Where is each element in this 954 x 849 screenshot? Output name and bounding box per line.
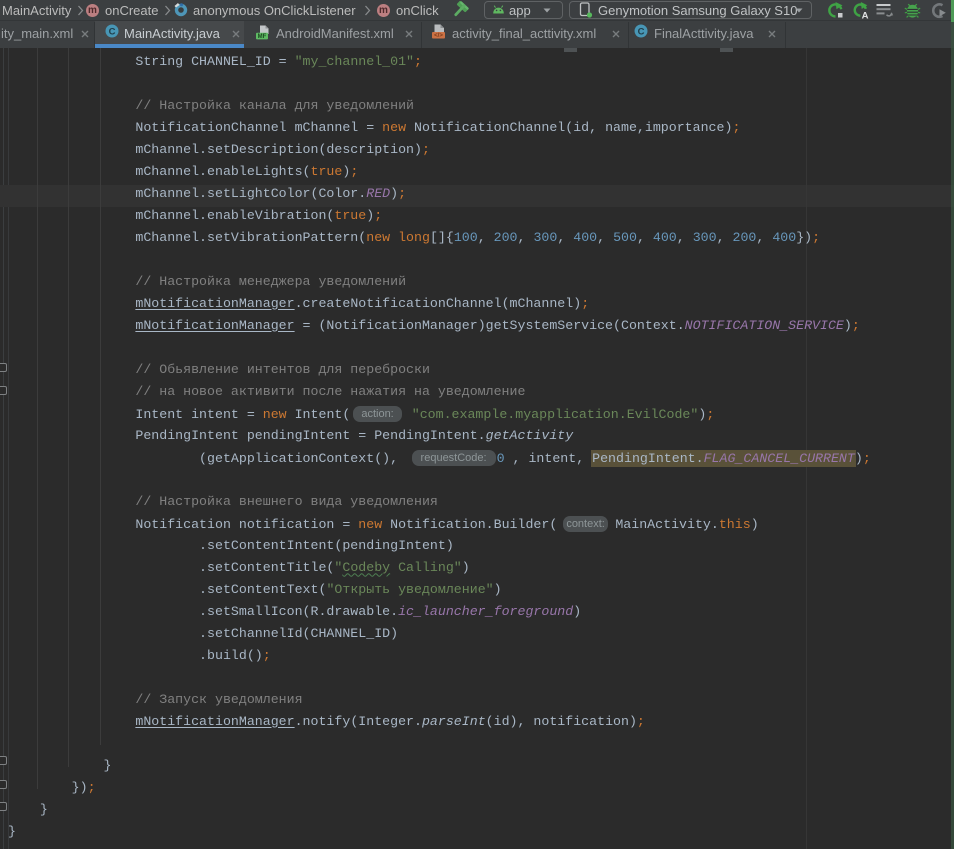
svg-text:</>: </> [434, 33, 443, 39]
svg-text:C: C [109, 26, 116, 37]
svg-text:C: C [638, 26, 645, 37]
svg-text:MF: MF [258, 34, 267, 40]
svg-text:A: A [862, 11, 869, 21]
